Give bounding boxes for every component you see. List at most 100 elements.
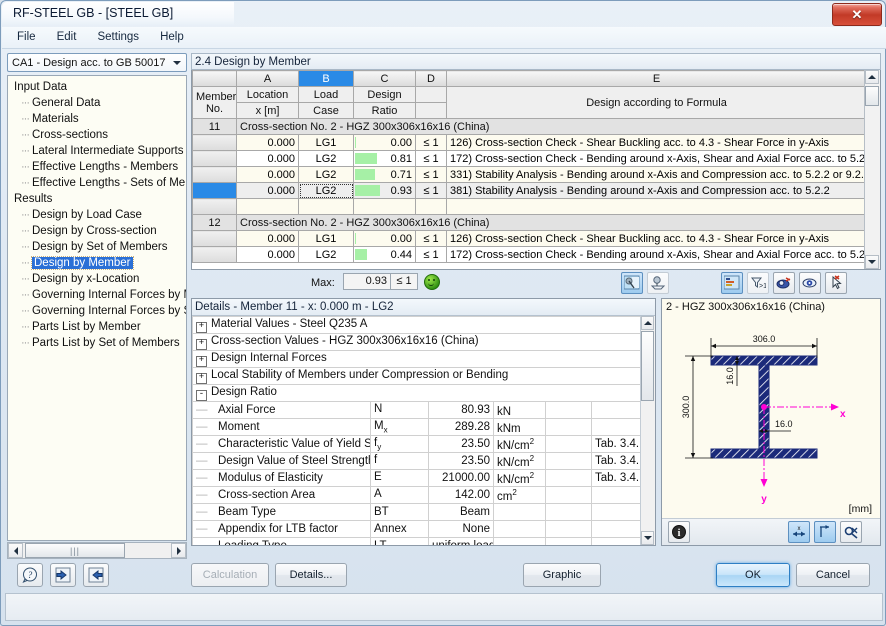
- row-header-cell[interactable]: [192, 166, 237, 183]
- table-row[interactable]: 0.000 LG2 0.71 ≤ 1 331) Stability Analys…: [192, 166, 867, 183]
- details-group-cross-section-values[interactable]: + Cross-section Values - HGZ 300x306x16x1…: [192, 333, 641, 351]
- cell-design-ratio[interactable]: 0.81: [353, 150, 416, 167]
- axes-icon[interactable]: [814, 521, 836, 543]
- details-row[interactable]: — Modulus of Elasticity E 21000.00 kN/cm2…: [192, 469, 641, 487]
- sidebar-item-design-by-member[interactable]: ··· Design by Member: [11, 255, 186, 271]
- column-letter-a[interactable]: A: [236, 70, 299, 87]
- cell-design-ratio[interactable]: 0.00: [353, 134, 416, 151]
- details-group-row[interactable]: + Design Internal Forces: [192, 350, 641, 368]
- sidebar-item-design-by-set-of-members[interactable]: ··· Design by Set of Members: [11, 239, 186, 255]
- row-header-cell[interactable]: [192, 134, 237, 151]
- cell-load-case[interactable]: LG1: [298, 134, 354, 151]
- details-row[interactable]: —Loading Type LT uniform load: [192, 537, 641, 545]
- table-row[interactable]: [192, 198, 867, 215]
- pick-icon[interactable]: [825, 272, 847, 294]
- column-letter-b[interactable]: B: [298, 70, 354, 87]
- scroll-left-icon[interactable]: [8, 543, 23, 558]
- ok-button[interactable]: OK: [716, 563, 790, 587]
- details-group-local-stability[interactable]: + Local Stability of Members under Compre…: [192, 367, 641, 385]
- cell-design-ratio[interactable]: 0.71: [353, 166, 416, 183]
- cell-location[interactable]: 0.000: [236, 230, 299, 247]
- table-row[interactable]: 0.000 LG1 0.00 ≤ 1 126) Cross-section Ch…: [192, 134, 867, 151]
- table-row[interactable]: 0.000 LG1 0.00 ≤ 1 126) Cross-section Ch…: [192, 230, 867, 247]
- row-header-cell[interactable]: [192, 230, 237, 247]
- column-letter-d[interactable]: D: [415, 70, 447, 87]
- table-row-selected[interactable]: 0.000 LG2 0.93 ≤ 1 381) Stability Analys…: [192, 182, 867, 199]
- result-surface-icon[interactable]: [647, 272, 669, 294]
- cancel-button[interactable]: Cancel: [796, 563, 870, 587]
- cell-design-ratio[interactable]: 0.93: [353, 182, 416, 199]
- close-button[interactable]: ✕: [832, 3, 882, 26]
- scroll-up-icon[interactable]: [865, 70, 879, 84]
- visibility-icon[interactable]: [799, 272, 821, 294]
- design-case-combobox[interactable]: CA1 - Design acc. to GB 50017: [7, 53, 187, 72]
- cell-location[interactable]: 0.000: [236, 134, 299, 151]
- cell-location[interactable]: 0.000: [236, 246, 299, 263]
- menu-settings[interactable]: Settings: [88, 27, 148, 46]
- sidebar-item-cross-sections[interactable]: ··· Cross-sections: [11, 127, 186, 143]
- details-group-material-values[interactable]: + Material Values - Steel Q235 A: [192, 316, 641, 334]
- expander-icon[interactable]: +: [196, 338, 207, 350]
- menu-file[interactable]: File: [8, 27, 45, 46]
- results-table[interactable]: A B C D E Member No. Location Load Desig: [191, 70, 881, 270]
- tree-group-results[interactable]: Results: [11, 191, 186, 207]
- details-row[interactable]: — Design Value of Steel Strength f 23.50 …: [192, 452, 641, 470]
- sidebar-item-parts-list-by-set-of-members[interactable]: ··· Parts List by Set of Members: [11, 335, 186, 351]
- cell-design-ratio[interactable]: [353, 198, 416, 215]
- tree-group-input-data[interactable]: Input Data: [11, 79, 186, 95]
- sidebar-item-general-data[interactable]: ··· General Data: [11, 95, 186, 111]
- filter-icon[interactable]: >1: [747, 272, 769, 294]
- scroll-up-icon[interactable]: [641, 316, 654, 330]
- details-row[interactable]: — Axial Force N 80.93 kN: [192, 401, 641, 419]
- details-row[interactable]: — Appendix for LTB factor Annex None: [192, 520, 641, 538]
- row-header-cell[interactable]: [192, 150, 237, 167]
- sidebar-item-governing-internal-forces-by-member[interactable]: ··· Governing Internal Forces by M: [11, 287, 186, 303]
- details-group-design-ratio[interactable]: - Design Ratio: [192, 384, 641, 402]
- color-bars-icon[interactable]: [721, 272, 743, 294]
- eraser-icon[interactable]: [840, 521, 862, 543]
- menu-edit[interactable]: Edit: [48, 27, 86, 46]
- sidebar-item-design-by-load-case[interactable]: ··· Design by Load Case: [11, 207, 186, 223]
- cell-location[interactable]: 0.000: [236, 182, 299, 199]
- sidebar-item-effective-lengths-members[interactable]: ··· Effective Lengths - Members: [11, 159, 186, 175]
- details-list[interactable]: + Material Values - Steel Q235 A + Cross-s…: [192, 316, 641, 545]
- menu-help[interactable]: Help: [151, 27, 193, 46]
- graphic-button[interactable]: Graphic: [523, 563, 601, 587]
- dimension-x-icon[interactable]: x: [788, 521, 810, 543]
- cell-load-case-focused[interactable]: LG2: [298, 182, 354, 199]
- sidebar-item-lateral-intermediate-supports[interactable]: ··· Lateral Intermediate Supports: [11, 143, 186, 159]
- table-row[interactable]: 0.000 LG2 0.81 ≤ 1 172) Cross-section Ch…: [192, 150, 867, 167]
- details-row[interactable]: — Cross-section Area A 142.00 cm2: [192, 486, 641, 504]
- calculation-button[interactable]: Calculation: [191, 563, 269, 587]
- next-icon[interactable]: [83, 563, 109, 587]
- expander-icon[interactable]: -: [196, 389, 207, 401]
- sidebar-item-materials[interactable]: ··· Materials: [11, 111, 186, 127]
- cell-design-ratio[interactable]: 0.44: [353, 246, 416, 263]
- details-group-row[interactable]: + Local Stability of Members under Compre…: [192, 367, 641, 385]
- cell-load-case[interactable]: LG2: [298, 246, 354, 263]
- expander-icon[interactable]: +: [196, 321, 207, 333]
- scroll-right-icon[interactable]: [171, 543, 186, 558]
- scroll-thumb[interactable]: [865, 86, 879, 106]
- sidebar-item-design-by-x-location[interactable]: ··· Design by x-Location: [11, 271, 186, 287]
- sidebar-item-effective-lengths-sets[interactable]: ··· Effective Lengths - Sets of Men: [11, 175, 186, 191]
- column-letter-c[interactable]: C: [353, 70, 416, 87]
- details-button[interactable]: Details...: [275, 563, 347, 587]
- table-row[interactable]: 0.000 LG2 0.44 ≤ 1 172) Cross-section Ch…: [192, 246, 867, 263]
- info-icon[interactable]: i: [668, 521, 690, 543]
- scroll-thumb[interactable]: [641, 331, 654, 401]
- scroll-down-icon[interactable]: [641, 531, 654, 545]
- details-row[interactable]: — Characteristic Value of Yield St fy 23.…: [192, 435, 641, 453]
- details-group-row[interactable]: + Material Values - Steel Q235 A: [192, 316, 641, 334]
- tree-horizontal-scrollbar[interactable]: |||: [7, 542, 187, 559]
- cell-load-case[interactable]: LG2: [298, 150, 354, 167]
- sidebar-item-design-by-cross-section[interactable]: ··· Design by Cross-section: [11, 223, 186, 239]
- details-group-row[interactable]: - Design Ratio: [192, 384, 641, 402]
- cell-location[interactable]: 0.000: [236, 166, 299, 183]
- expander-icon[interactable]: +: [196, 355, 207, 367]
- row-header-cell[interactable]: [192, 198, 237, 215]
- details-group-row[interactable]: + Cross-section Values - HGZ 300x306x16x1…: [192, 333, 641, 351]
- result-diagram-icon[interactable]: [621, 272, 643, 294]
- row-header-cell[interactable]: [192, 246, 237, 263]
- sidebar-item-parts-list-by-member[interactable]: ··· Parts List by Member: [11, 319, 186, 335]
